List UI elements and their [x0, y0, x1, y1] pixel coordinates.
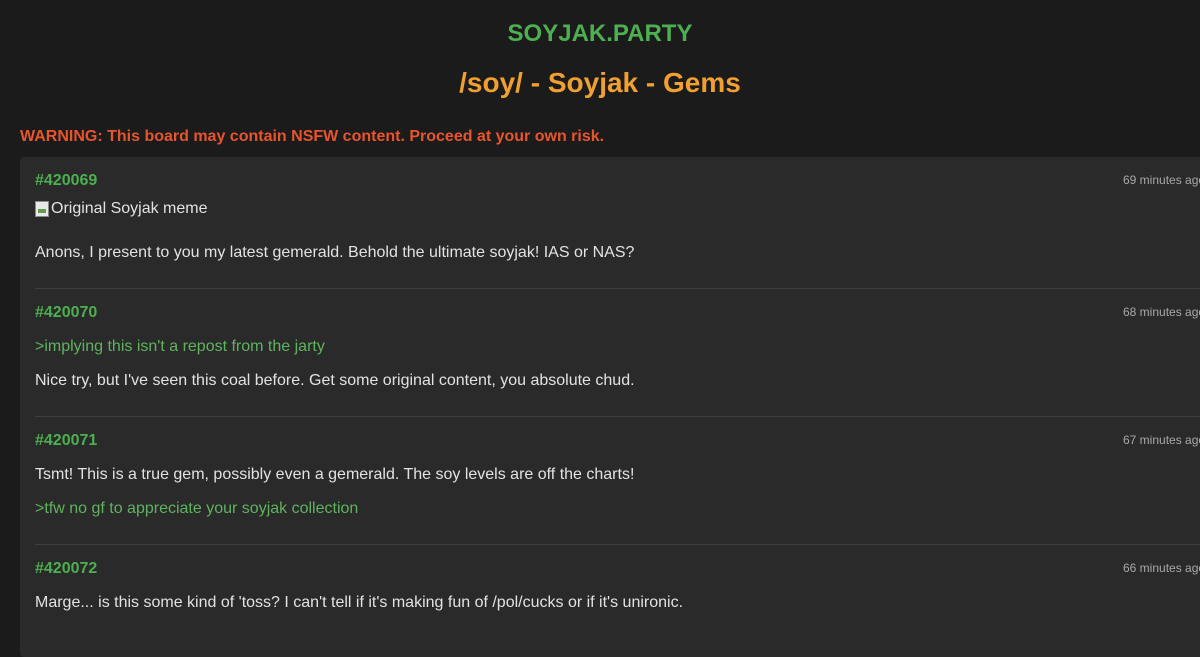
- thread-panel: #420069 69 minutes ago Original Soyjak m…: [20, 157, 1200, 657]
- post-id-link[interactable]: #420070: [35, 303, 97, 323]
- post-timestamp: 66 minutes ago: [1123, 561, 1200, 575]
- post-divider: [35, 288, 1200, 289]
- site-title[interactable]: SOYJAK.PARTY: [0, 19, 1200, 49]
- post-id-link[interactable]: #420071: [35, 431, 97, 451]
- post-text: Tsmt! This is a true gem, possibly even …: [35, 466, 635, 483]
- post-text: Anons, I present to you my latest gemera…: [35, 244, 635, 261]
- post-id-link[interactable]: #420072: [35, 559, 97, 579]
- broken-image-icon: [35, 201, 49, 217]
- post-image-alt: Original Soyjak meme: [51, 200, 208, 217]
- nsfw-warning: WARNING: This board may contain NSFW con…: [20, 128, 605, 145]
- post-timestamp: 69 minutes ago: [1123, 173, 1200, 187]
- post-image[interactable]: Original Soyjak meme: [35, 199, 208, 219]
- post-timestamp: 68 minutes ago: [1123, 305, 1200, 319]
- post-text: Marge... is this some kind of 'toss? I c…: [35, 594, 684, 611]
- board-title: /soy/ - Soyjak - Gems: [459, 67, 741, 98]
- post-divider: [35, 544, 1200, 545]
- post-divider: [35, 416, 1200, 417]
- post-greentext: >implying this isn't a repost from the j…: [35, 338, 325, 355]
- post-timestamp: 67 minutes ago: [1123, 433, 1200, 447]
- post-id-link[interactable]: #420069: [35, 171, 97, 191]
- post-greentext: >tfw no gf to appreciate your soyjak col…: [35, 500, 359, 517]
- post-text: Nice try, but I've seen this coal before…: [35, 372, 635, 389]
